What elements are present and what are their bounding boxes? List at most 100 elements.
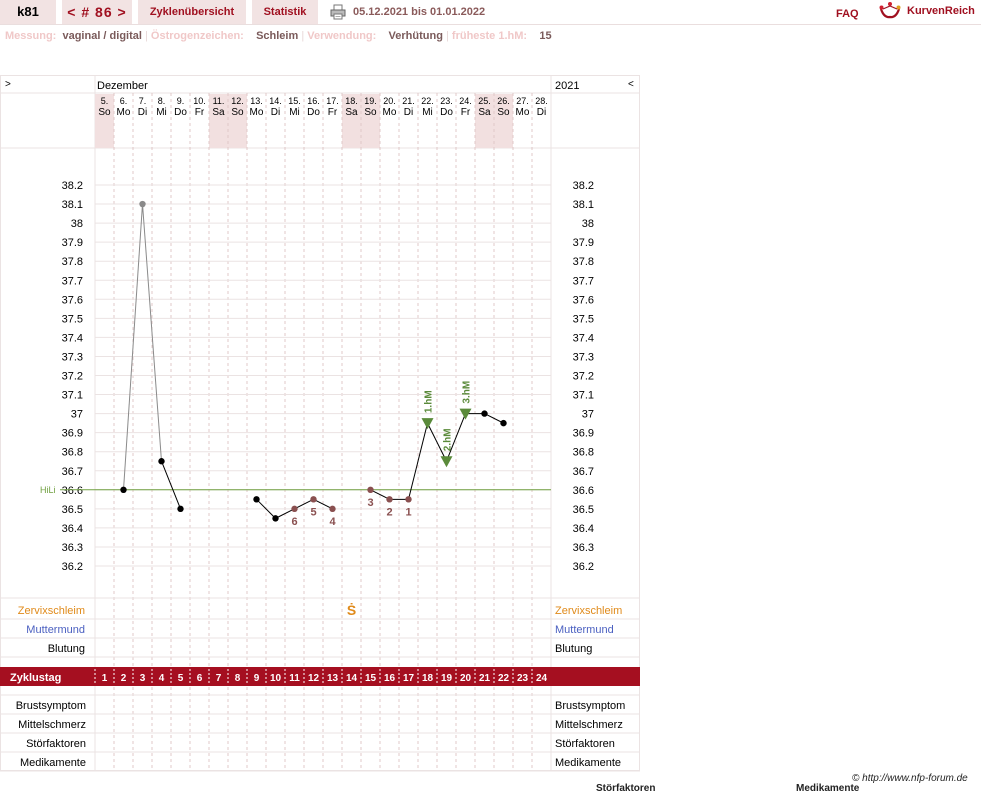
y-tick-label-left: 36.6 [62, 485, 83, 497]
y-tick-label-left: 38 [71, 218, 83, 230]
cycle-day-number: 1 [102, 673, 108, 684]
day-date-label: 28. [535, 96, 548, 106]
day-weekday-label: Do [174, 107, 187, 118]
y-tick-label-left: 36.8 [62, 447, 83, 459]
day-date-label: 24. [459, 96, 472, 106]
day-weekday-label: So [364, 107, 377, 118]
row-label-left-meds: Medikamente [20, 757, 86, 769]
temperature-point [481, 410, 488, 417]
cycle-day-number: 2 [121, 673, 127, 684]
y-tick-label-left: 37.5 [62, 313, 83, 325]
day-weekday-label: Sa [478, 107, 491, 118]
row-label-right-meds: Medikamente [555, 757, 621, 769]
day-date-label: 13. [250, 96, 263, 106]
cycle-chart: > <Dezember 20215.So6.Mo7.Di8.Mi9.Do10.Fr1… [0, 75, 640, 772]
cycle-day-number: 11 [289, 673, 300, 684]
day-weekday-label: Sa [212, 107, 225, 118]
y-tick-label-left: 36.7 [62, 466, 83, 478]
day-date-label: 9. [177, 96, 185, 106]
y-tick-label-left: 37.3 [62, 351, 83, 363]
y-tick-label-left: 37.1 [62, 390, 83, 402]
row-label-left-midpain: Mittelschmerz [18, 719, 86, 731]
curve-segment [408, 423, 428, 500]
y-tick-label-left: 37.9 [62, 237, 83, 249]
y-tick-label-right: 37.3 [573, 351, 594, 363]
y-tick-label-right: 36.7 [573, 466, 594, 478]
year-label: 2021 [555, 80, 579, 92]
cycle-day-number: 10 [270, 673, 282, 684]
prev-period-button: > [5, 79, 11, 90]
temperature-point [177, 505, 184, 513]
row-label-right-disturb: Störfaktoren [555, 738, 615, 750]
y-tick-label-left: 36.2 [62, 561, 83, 573]
y-tick-label-right: 37.4 [573, 332, 594, 344]
y-tick-label-right: 36.2 [573, 561, 594, 573]
day-date-label: 22. [421, 96, 434, 106]
cycle-day-number: 4 [159, 673, 165, 684]
day-weekday-label: So [231, 107, 244, 118]
temperature-point [139, 200, 146, 208]
y-tick-label-right: 37.8 [573, 256, 594, 268]
day-date-label: 8. [158, 96, 166, 106]
day-weekday-label: Di [271, 107, 280, 118]
low-count-label: 2 [386, 506, 392, 518]
temperature-point [500, 419, 507, 427]
day-weekday-label: Do [307, 107, 320, 118]
day-weekday-label: Mo [250, 107, 264, 118]
curve-segment [123, 204, 143, 490]
temperature-point [158, 458, 165, 465]
cycle-day-number: 23 [517, 673, 529, 684]
y-tick-label-right: 36.4 [573, 523, 594, 535]
y-tick-label-right: 36.9 [573, 428, 594, 440]
day-date-label: 11. [213, 96, 225, 106]
row-label-right-mucus: Zervixschleim [555, 605, 622, 617]
low-count-label: 1 [405, 506, 411, 518]
day-date-label: 10. [193, 96, 206, 106]
y-tick-label-right: 36.5 [573, 504, 594, 516]
y-tick-label-right: 37.2 [573, 371, 594, 383]
row-label-left-cervix: Muttermund [26, 624, 85, 636]
y-tick-label-right: 37 [582, 409, 594, 421]
day-weekday-label: Mo [383, 107, 397, 118]
cycle-day-label: Zyklustag [10, 672, 61, 684]
cycle-day-number: 5 [178, 673, 184, 684]
day-date-label: 7. [139, 96, 147, 106]
y-tick-label-left: 37.8 [62, 256, 83, 268]
chart-frame [0, 75, 640, 771]
y-tick-label-right: 37.7 [573, 275, 594, 287]
day-weekday-label: So [98, 107, 111, 118]
high-measurement-label: 3.hM [462, 381, 473, 404]
cycle-day-number: 9 [254, 673, 260, 684]
y-tick-label-left: 36.9 [62, 428, 83, 440]
y-tick-label-right: 36.3 [573, 542, 594, 554]
day-date-label: 17. [326, 96, 339, 106]
y-tick-label-right: 38.2 [573, 180, 594, 192]
low-count-label: 4 [329, 516, 336, 528]
cycle-day-number: 16 [384, 673, 396, 684]
high-measurement-marker [440, 456, 453, 468]
cycle-day-number: 8 [235, 673, 241, 684]
day-date-label: 18. [345, 96, 358, 106]
temperature-point [310, 496, 317, 503]
y-tick-label-left: 37.4 [62, 332, 83, 344]
y-tick-label-left: 36.5 [62, 504, 83, 516]
day-weekday-label: Mi [289, 107, 300, 118]
bottom-label-disturbances: Störfaktoren [596, 783, 656, 794]
temperature-point [329, 505, 336, 513]
day-weekday-label: Mi [422, 107, 433, 118]
cycle-day-number: 15 [365, 673, 377, 684]
low-count-label: 3 [367, 497, 373, 509]
hili-label: HiLi [40, 485, 56, 495]
day-date-label: 5. [101, 96, 109, 106]
day-weekday-label: Do [440, 107, 453, 118]
temperature-point [272, 515, 279, 522]
day-date-label: 14. [269, 96, 282, 106]
y-tick-label-left: 37.2 [62, 371, 83, 383]
cycle-day-number: 24 [536, 673, 548, 684]
copyright: © http://www.nfp-forum.de [852, 773, 968, 784]
y-tick-label-left: 36.3 [62, 542, 83, 554]
next-period-button: < [628, 79, 634, 90]
y-tick-label-right: 37.5 [573, 313, 594, 325]
row-label-right-midpain: Mittelschmerz [555, 719, 623, 731]
high-measurement-label: 1.hM [424, 390, 435, 413]
